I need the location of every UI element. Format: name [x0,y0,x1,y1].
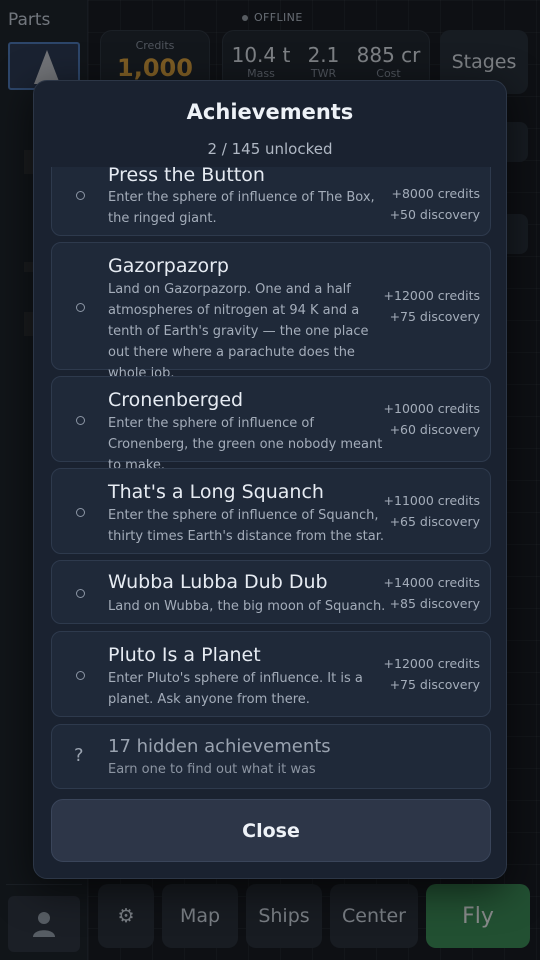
achievement-card: That's a Long Squanch Enter the sphere o… [51,468,491,554]
unlocked-count: 2 / 145 unlocked [207,140,333,158]
achievement-reward: +12000 credits +75 discovery [384,653,480,695]
achievement-reward: +12000 credits +75 discovery [384,285,480,327]
reward-credits: +10000 credits [383,401,480,416]
locked-indicator-icon [76,191,85,200]
achievement-reward: +8000 credits +50 discovery [390,183,480,225]
question-mark-icon: ? [74,745,84,766]
achievement-reward: +14000 credits +85 discovery [384,572,480,614]
hidden-achievements-card: ? 17 hidden achievements Earn one to fin… [51,724,491,789]
hidden-achievements-title: 17 hidden achievements [108,736,331,757]
achievement-card: Wubba Lubba Dub Dub Land on Wubba, the b… [51,560,491,624]
reward-discovery: +75 discovery [389,309,480,324]
achievement-card: Gazorpazorp Land on Gazorpazorp. One and… [51,242,491,381]
achievement-card: Cronenberged Enter the sphere of influen… [51,376,491,473]
reward-credits: +12000 credits [383,288,480,303]
hidden-achievements-description: Earn one to find out what it was [108,762,316,777]
achievements-dialog: Achievements 2 / 145 unlocked Press the … [33,80,507,879]
reward-discovery: +75 discovery [389,677,480,692]
achievement-title: Wubba Lubba Dub Dub [108,571,328,593]
reward-credits: +14000 credits [383,575,480,590]
achievement-title: Pluto Is a Planet [108,644,261,666]
achievements-list[interactable]: Press the Button Enter the sphere of inf… [51,167,491,789]
achievement-description: Enter the sphere of influence of The Box… [108,190,375,226]
achievement-reward: +11000 credits +65 discovery [384,490,480,532]
reward-discovery: +85 discovery [389,596,480,611]
locked-indicator-icon [76,589,85,598]
locked-indicator-icon [76,671,85,680]
achievement-reward: +10000 credits +60 discovery [384,398,480,440]
achievement-description: Enter the sphere of influence of Squanch… [108,508,385,544]
achievement-description: Enter the sphere of influence of Cronenb… [108,416,383,473]
achievement-title: That's a Long Squanch [108,481,324,503]
close-button[interactable]: Close [51,799,491,862]
achievement-card: Pluto Is a Planet Enter Pluto's sphere o… [51,631,491,717]
achievement-title: Cronenberged [108,389,244,411]
reward-credits: +12000 credits [383,656,480,671]
dialog-title: Achievements [186,100,354,124]
locked-indicator-icon [76,303,85,312]
achievement-card: Press the Button Enter the sphere of inf… [51,167,491,236]
achievement-description: Land on Gazorpazorp. One and a half atmo… [108,282,369,381]
achievement-description: Land on Wubba, the big moon of Squanch. [108,599,386,614]
locked-indicator-icon [76,416,85,425]
reward-credits: +11000 credits [383,493,480,508]
reward-discovery: +65 discovery [389,514,480,529]
achievement-description: Enter Pluto's sphere of influence. It is… [108,671,363,707]
achievement-title: Press the Button [108,167,265,186]
locked-indicator-icon [76,508,85,517]
reward-credits: +8000 credits [391,186,480,201]
reward-discovery: +60 discovery [389,422,480,437]
reward-discovery: +50 discovery [389,207,480,222]
achievement-title: Gazorpazorp [108,255,229,277]
